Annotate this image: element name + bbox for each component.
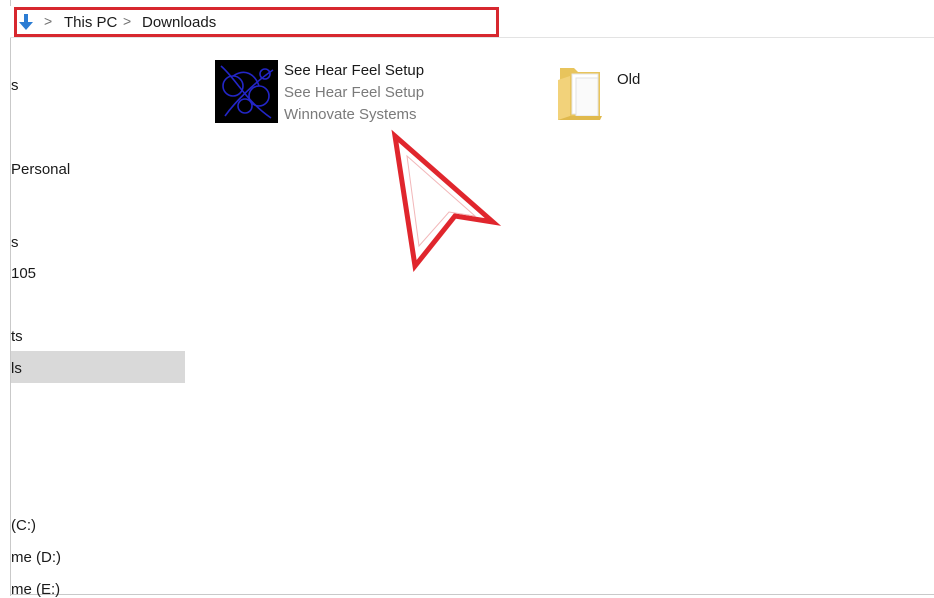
folder-icon[interactable] — [556, 62, 606, 122]
sidebar-item-drive-e[interactable]: me (E:) — [11, 581, 60, 598]
sidebar-item[interactable]: s — [11, 234, 19, 251]
navigation-pane[interactable]: s Personal s 105 ts ls (C:) me (D:) me (… — [11, 38, 187, 598]
pointer-arrow-annotation — [391, 129, 502, 273]
folder-name[interactable]: Old — [617, 71, 640, 88]
sidebar-item[interactable]: 105 — [11, 265, 36, 282]
sidebar-item-downloads[interactable]: ls — [11, 360, 22, 377]
sidebar-item-drive-c[interactable]: (C:) — [11, 517, 36, 534]
sidebar-selected-highlight — [11, 351, 185, 383]
sidebar-item[interactable]: s — [11, 77, 19, 94]
window-bottom-border — [10, 594, 934, 595]
address-highlight-annotation — [14, 7, 499, 37]
file-company: Winnovate Systems — [284, 106, 417, 123]
sidebar-item[interactable]: Personal — [11, 161, 70, 178]
sidebar-item[interactable]: ts — [11, 328, 23, 345]
file-name[interactable]: See Hear Feel Setup — [284, 62, 424, 79]
file-description: See Hear Feel Setup — [284, 84, 425, 101]
sidebar-item-drive-d[interactable]: me (D:) — [11, 549, 61, 566]
application-icon[interactable] — [215, 60, 278, 123]
